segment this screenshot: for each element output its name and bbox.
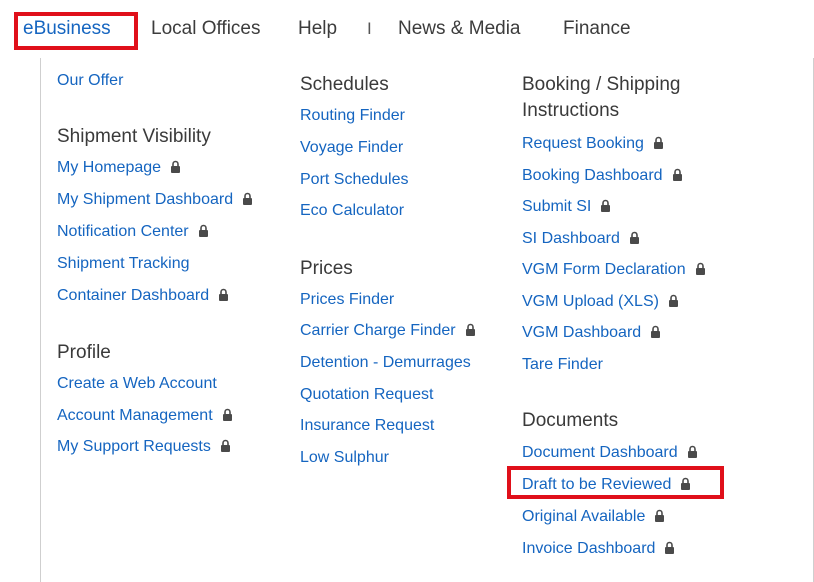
menu-link-label: Tare Finder: [522, 356, 603, 373]
menu-link-label: Create a Web Account: [57, 375, 217, 392]
nav-local-offices[interactable]: Local Offices: [151, 18, 260, 40]
menu-link-label: Carrier Charge Finder: [300, 322, 456, 339]
menu-link-label: Port Schedules: [300, 171, 409, 188]
menu-link-vgm-dashboard[interactable]: VGM Dashboard: [522, 322, 661, 344]
section-heading-booking-line1: Booking / Shipping: [522, 74, 681, 95]
menu-link-label: Detention - Demurrages: [300, 354, 471, 371]
menu-link-request-booking[interactable]: Request Booking: [522, 133, 664, 155]
menu-link-invoice-dashboard[interactable]: Invoice Dashboard: [522, 538, 675, 560]
menu-link-my-support-requests[interactable]: My Support Requests: [57, 436, 231, 458]
lock-icon: [601, 199, 611, 212]
lock-icon: [655, 509, 665, 522]
menu-link-label: Notification Center: [57, 223, 189, 240]
menu-link-label: My Support Requests: [57, 438, 211, 455]
lock-icon: [171, 160, 181, 173]
section-heading-documents: Documents: [522, 410, 619, 431]
lock-icon: [665, 541, 675, 554]
lock-icon: [651, 325, 661, 338]
lock-icon: [687, 445, 697, 458]
nav-news-media[interactable]: News & Media: [398, 18, 521, 40]
menu-link-label: Submit SI: [522, 198, 592, 215]
lock-icon: [198, 224, 208, 237]
menu-link-document-dashboard[interactable]: Document Dashboard: [522, 442, 698, 464]
menu-link-our-offer[interactable]: Our Offer: [57, 70, 123, 92]
lock-icon: [695, 262, 705, 275]
lock-icon: [465, 323, 475, 336]
menu-link-label: Original Available: [522, 508, 646, 525]
section-heading-schedules: Schedules: [300, 74, 389, 95]
menu-link-label: VGM Dashboard: [522, 324, 642, 341]
menu-link-label: VGM Form Declaration: [522, 261, 686, 278]
menu-link-booking-dashboard[interactable]: Booking Dashboard: [522, 165, 683, 187]
highlight-box-draft-to-be-reviewed: [507, 466, 724, 499]
section-heading-profile: Profile: [57, 342, 111, 363]
nav-finance[interactable]: Finance: [563, 18, 631, 40]
menu-link-quotation-request[interactable]: Quotation Request: [300, 384, 433, 406]
lock-icon: [222, 408, 232, 421]
menu-link-submit-si[interactable]: Submit SI: [522, 196, 611, 218]
menu-link-account-management[interactable]: Account Management: [57, 405, 233, 427]
menu-link-label: Voyage Finder: [300, 139, 404, 156]
section-heading-prices: Prices: [300, 258, 353, 279]
menu-link-carrier-charge-finder[interactable]: Carrier Charge Finder: [300, 320, 476, 342]
menu-link-label: Request Booking: [522, 135, 644, 152]
menu-link-label: Shipment Tracking: [57, 255, 190, 272]
lock-icon: [668, 294, 678, 307]
menu-link-label: SI Dashboard: [522, 230, 620, 247]
menu-link-detention-demurrages[interactable]: Detention - Demurrages: [300, 352, 471, 374]
highlight-box-ebusiness: [14, 12, 138, 50]
lock-icon: [653, 136, 663, 149]
menu-link-low-sulphur[interactable]: Low Sulphur: [300, 447, 389, 469]
lock-icon: [220, 439, 230, 452]
menu-link-my-shipment-dashboard[interactable]: My Shipment Dashboard: [57, 189, 253, 211]
lock-icon: [629, 231, 639, 244]
menu-link-tare-finder[interactable]: Tare Finder: [522, 354, 603, 376]
menu-link-notification-center[interactable]: Notification Center: [57, 221, 209, 243]
menu-link-shipment-tracking[interactable]: Shipment Tracking: [57, 253, 190, 275]
ebusiness-dropdown-panel: Our Offer Shipment Visibility My Homepag…: [40, 58, 814, 582]
menu-link-label: My Shipment Dashboard: [57, 191, 234, 208]
section-heading-shipment-visibility: Shipment Visibility: [57, 126, 211, 147]
menu-link-label: Booking Dashboard: [522, 167, 663, 184]
lock-icon: [243, 192, 253, 205]
menu-link-eco-calculator[interactable]: Eco Calculator: [300, 200, 404, 222]
menu-link-label: Account Management: [57, 407, 213, 424]
menu-link-label: Insurance Request: [300, 417, 435, 434]
menu-link-label: Low Sulphur: [300, 449, 389, 466]
section-heading-booking-line2: Instructions: [522, 100, 620, 121]
nav-separator: I: [367, 19, 372, 38]
menu-link-si-dashboard[interactable]: SI Dashboard: [522, 228, 640, 250]
menu-link-my-homepage[interactable]: My Homepage: [57, 157, 181, 179]
menu-link-label: Our Offer: [57, 72, 124, 89]
menu-link-voyage-finder[interactable]: Voyage Finder: [300, 137, 403, 159]
menu-link-label: Prices Finder: [300, 291, 395, 308]
menu-link-label: My Homepage: [57, 159, 162, 176]
menu-link-label: Eco Calculator: [300, 202, 405, 219]
menu-link-port-schedules[interactable]: Port Schedules: [300, 169, 409, 191]
lock-icon: [672, 168, 682, 181]
menu-link-prices-finder[interactable]: Prices Finder: [300, 289, 394, 311]
menu-link-vgm-form-declaration[interactable]: VGM Form Declaration: [522, 259, 706, 281]
menu-link-label: Document Dashboard: [522, 444, 678, 461]
menu-link-routing-finder[interactable]: Routing Finder: [300, 105, 405, 127]
menu-link-label: Invoice Dashboard: [522, 540, 656, 557]
menu-link-label: Container Dashboard: [57, 287, 210, 304]
menu-link-label: VGM Upload (XLS): [522, 293, 659, 310]
nav-help[interactable]: Help: [298, 18, 337, 40]
lock-icon: [219, 288, 229, 301]
menu-link-insurance-request[interactable]: Insurance Request: [300, 415, 434, 437]
menu-link-vgm-upload-xls[interactable]: VGM Upload (XLS): [522, 291, 679, 313]
menu-link-label: Quotation Request: [300, 386, 434, 403]
menu-link-original-available[interactable]: Original Available: [522, 506, 665, 528]
menu-link-create-web-account[interactable]: Create a Web Account: [57, 373, 217, 395]
menu-link-label: Routing Finder: [300, 107, 405, 124]
menu-link-container-dashboard[interactable]: Container Dashboard: [57, 285, 229, 307]
